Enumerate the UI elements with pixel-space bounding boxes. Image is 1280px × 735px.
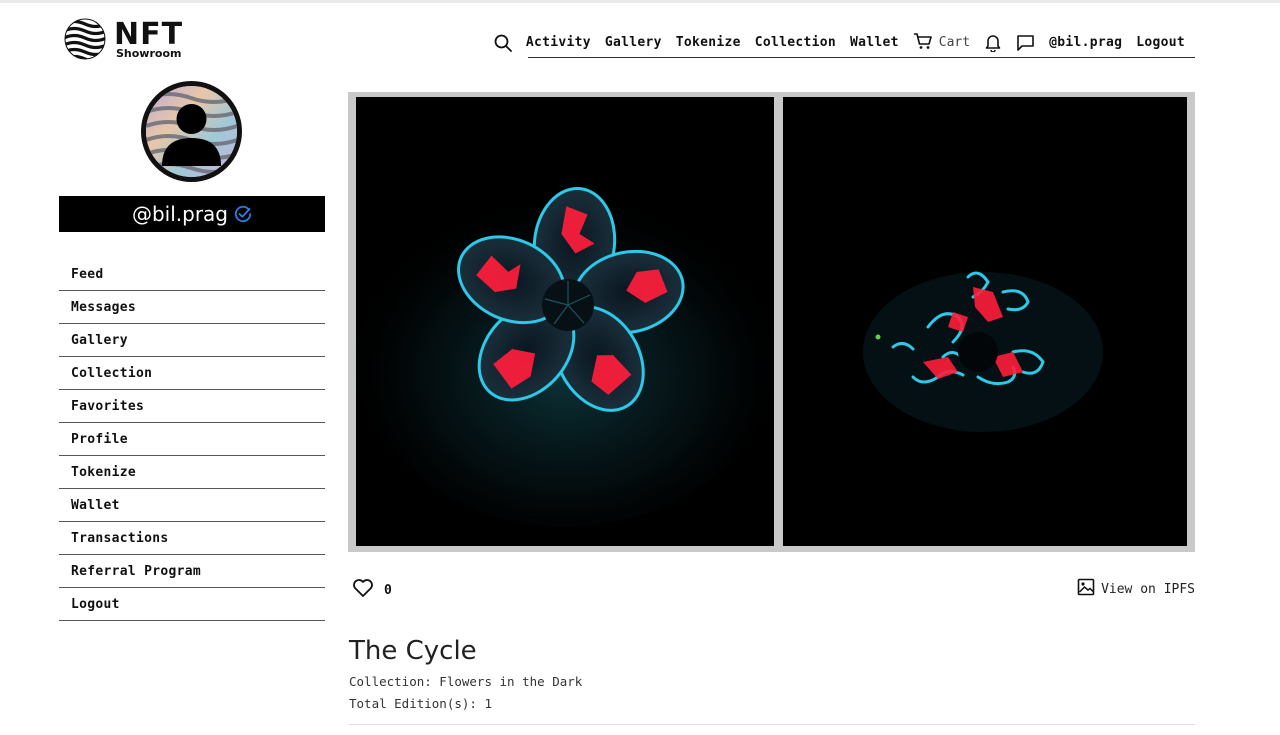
sidebar-item-gallery[interactable]: Gallery bbox=[59, 324, 325, 357]
nav-tokenize[interactable]: Tokenize bbox=[676, 35, 741, 50]
sidebar-item-favorites[interactable]: Favorites bbox=[59, 390, 325, 423]
sidebar-item-messages[interactable]: Messages bbox=[59, 291, 325, 324]
sidebar-item-transactions[interactable]: Transactions bbox=[59, 522, 325, 555]
artwork-editions: Total Edition(s): 1 bbox=[349, 696, 492, 711]
like-button[interactable]: 0 bbox=[352, 578, 392, 602]
sidebar-item-wallet[interactable]: Wallet bbox=[59, 489, 325, 522]
artwork-collection: Collection: Flowers in the Dark bbox=[349, 674, 583, 689]
message-icon[interactable] bbox=[1016, 34, 1035, 52]
artwork-frame bbox=[348, 92, 1195, 552]
divider bbox=[349, 724, 1195, 725]
artwork-image-right[interactable] bbox=[783, 97, 1187, 546]
site-logo[interactable]: NFT Showroom bbox=[64, 18, 183, 60]
view-on-ipfs-link[interactable]: View on IPFS bbox=[1077, 578, 1195, 600]
sidebar-menu: Feed Messages Gallery Collection Favorit… bbox=[59, 258, 325, 621]
sidebar-item-logout[interactable]: Logout bbox=[59, 588, 325, 621]
sidebar-item-referral-program[interactable]: Referral Program bbox=[59, 555, 325, 588]
sidebar-item-feed[interactable]: Feed bbox=[59, 258, 325, 291]
sidebar-item-profile[interactable]: Profile bbox=[59, 423, 325, 456]
nav-gallery[interactable]: Gallery bbox=[605, 35, 662, 50]
bell-icon[interactable] bbox=[984, 33, 1002, 52]
avatar[interactable] bbox=[141, 81, 242, 182]
nav-wallet[interactable]: Wallet bbox=[850, 35, 899, 50]
top-border bbox=[0, 0, 1280, 3]
brand-name: NFT bbox=[114, 16, 184, 52]
verified-icon bbox=[234, 205, 252, 223]
sidebar-item-collection[interactable]: Collection bbox=[59, 357, 325, 390]
sidebar-item-tokenize[interactable]: Tokenize bbox=[59, 456, 325, 489]
image-icon bbox=[1077, 578, 1095, 600]
nav-user-handle[interactable]: @bil.prag bbox=[1049, 35, 1122, 50]
artwork-title: The Cycle bbox=[349, 636, 477, 666]
nav-logout[interactable]: Logout bbox=[1136, 35, 1185, 50]
brand-subtitle: Showroom bbox=[116, 46, 182, 60]
profile-handle-bar: @bil.prag bbox=[59, 196, 325, 232]
top-navigation: Activity Gallery Tokenize Collection Wal… bbox=[494, 28, 1195, 58]
nav-activity[interactable]: Activity bbox=[526, 35, 591, 50]
logo-globe-icon bbox=[64, 18, 106, 60]
profile-handle: @bil.prag bbox=[131, 202, 229, 226]
ipfs-label: View on IPFS bbox=[1101, 581, 1195, 597]
like-count: 0 bbox=[384, 582, 392, 598]
nav-cart[interactable]: Cart bbox=[913, 32, 970, 54]
nav-collection[interactable]: Collection bbox=[755, 35, 836, 50]
cart-label: Cart bbox=[938, 35, 971, 50]
heart-icon bbox=[352, 578, 374, 602]
search-icon[interactable] bbox=[494, 34, 512, 52]
artwork-image-left[interactable] bbox=[356, 97, 774, 546]
cart-icon bbox=[913, 32, 933, 54]
